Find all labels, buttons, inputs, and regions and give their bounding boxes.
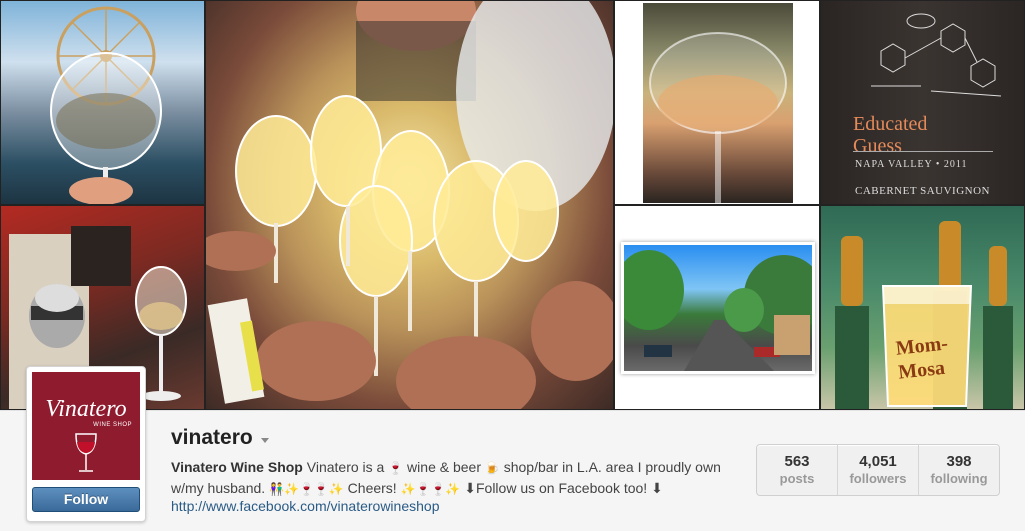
white-wine-photo xyxy=(643,3,793,203)
bio-display-name: Vinatero Wine Shop xyxy=(171,459,303,475)
profile-page: Educated Guess NAPA VALLEY • 2011 CABERN… xyxy=(0,0,1025,531)
username-row: vinatero xyxy=(171,426,269,450)
chemistry-diagram-icon xyxy=(871,13,1002,97)
avatar-shop-text: WINE SHOP xyxy=(93,422,132,428)
photo-tile-white-wine[interactable] xyxy=(614,0,820,205)
photo-tile-wine-bottle[interactable]: Educated Guess NAPA VALLEY • 2011 CABERN… xyxy=(820,0,1025,205)
avatar-card: Vinatero WINE SHOP Follow xyxy=(26,366,146,522)
sparkles-wine-emoji-icon-2: ✨🍷🍷✨ xyxy=(400,482,461,496)
stat-posts-count: 563 xyxy=(784,453,810,470)
username[interactable]: vinatero xyxy=(171,426,253,450)
stat-following[interactable]: 398 following xyxy=(919,445,999,495)
bio-text-2: wine & beer xyxy=(403,459,485,475)
wine-label-divider xyxy=(853,151,993,152)
mimosa-glass-text: Mom- Mosa xyxy=(894,332,949,384)
wine-label-varietal: CABERNET SAUVIGNON xyxy=(855,185,990,197)
street-photo xyxy=(615,242,819,374)
ferris-wheel-photo xyxy=(50,6,162,204)
follow-button[interactable]: Follow xyxy=(32,487,140,512)
profile-stats: 563 posts 4,051 followers 398 following xyxy=(756,444,1000,496)
stat-followers[interactable]: 4,051 followers xyxy=(838,445,919,495)
photo-tile-cheers[interactable] xyxy=(205,0,614,410)
stat-following-label: following xyxy=(930,471,988,486)
cheers-photo xyxy=(206,1,613,409)
bio-text-1: Vinatero is a xyxy=(302,459,389,475)
profile-bio: Vinatero Wine Shop Vinatero is a 🍷 wine … xyxy=(171,457,731,499)
sparkles-wine-emoji-icon: ✨🍷🍷✨ xyxy=(284,482,344,496)
wine-emoji-icon: 🍷 xyxy=(388,461,404,475)
stat-followers-count: 4,051 xyxy=(859,453,897,470)
bio-text-5: ⬇Follow us on Facebook too! ⬇ xyxy=(460,480,663,496)
stat-followers-label: followers xyxy=(849,471,907,486)
beer-emoji-icon: 🍺 xyxy=(484,461,500,475)
stat-posts-label: posts xyxy=(779,471,815,486)
wine-label-region: NAPA VALLEY • 2011 xyxy=(855,159,968,170)
avatar[interactable]: Vinatero WINE SHOP xyxy=(32,372,140,480)
wine-glass-icon xyxy=(75,433,97,472)
bio-text-4: Cheers! xyxy=(343,480,401,496)
photo-tile-ferris-wheel[interactable] xyxy=(0,0,205,205)
website-link[interactable]: http://www.facebook.com/vinaterowineshop xyxy=(171,498,439,514)
avatar-brand-text: Vinatero xyxy=(45,396,127,422)
photo-mosaic: Educated Guess NAPA VALLEY • 2011 CABERN… xyxy=(0,0,1025,410)
chevron-down-icon[interactable] xyxy=(260,437,269,443)
photo-tile-street[interactable] xyxy=(614,205,820,410)
photo-tile-mimosa[interactable]: Mom- Mosa xyxy=(820,205,1025,410)
stat-posts[interactable]: 563 posts xyxy=(757,445,838,495)
stat-following-count: 398 xyxy=(946,453,972,470)
couple-emoji-icon: 👫 xyxy=(269,482,285,496)
